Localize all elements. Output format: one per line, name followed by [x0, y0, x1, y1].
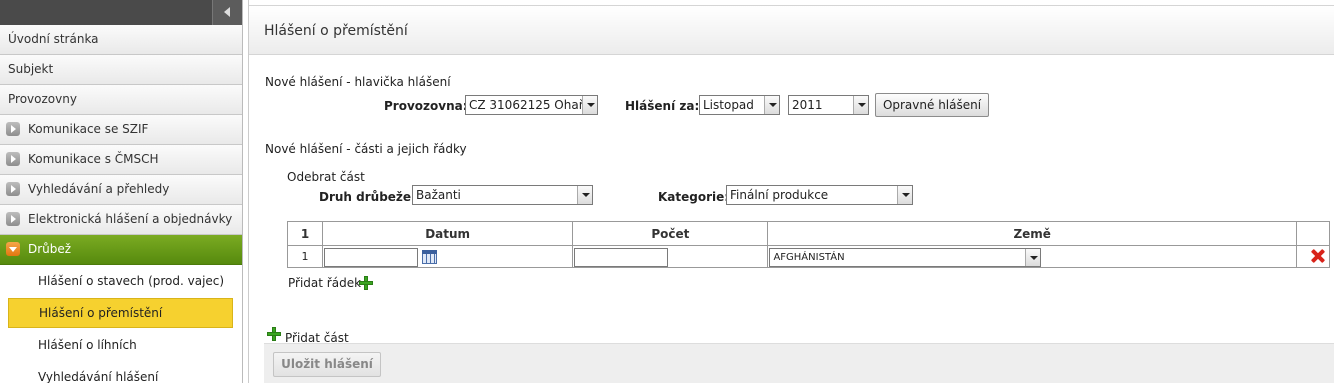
chevron-down-icon: [853, 96, 868, 114]
date-cell: [322, 245, 574, 268]
poultry-type-label: Druh drůbeže:: [319, 190, 416, 204]
table-row: 1 AFGHÁNISTÁN: [286, 245, 1331, 268]
column-header-actions: [1295, 221, 1331, 246]
sidebar-item-szif[interactable]: Komunikace se SZIF: [0, 115, 242, 145]
header-section-label: Nové hlášení - hlavička hlášení: [265, 75, 451, 89]
correction-report-button[interactable]: Opravné hlášení: [875, 93, 989, 117]
expand-arrow-icon: [6, 211, 20, 226]
plus-icon[interactable]: [359, 276, 373, 290]
table-header-row: 1 Datum Počet Země: [286, 221, 1331, 246]
month-select[interactable]: Listopad: [699, 95, 780, 115]
page-header: Hlášení o přemístění: [249, 5, 1334, 55]
expand-arrow-icon: [6, 181, 20, 196]
sidebar-subitem-egg-status[interactable]: Hlášení o stavech (prod. vajec): [0, 265, 242, 297]
poultry-type-select[interactable]: Bažanti: [412, 185, 593, 205]
sidebar-item-home[interactable]: Úvodní stránka: [0, 25, 242, 55]
chevron-left-icon: [224, 7, 230, 17]
country-select[interactable]: AFGHÁNISTÁN: [769, 248, 1042, 267]
expand-arrow-icon: [6, 151, 20, 166]
sidebar-item-premises[interactable]: Provozovny: [0, 85, 242, 115]
chevron-down-icon: [897, 186, 912, 204]
count-input[interactable]: [574, 248, 669, 267]
page-title: Hlášení o přemístění: [264, 23, 408, 39]
sidebar-item-search[interactable]: Vyhledávání a přehledy: [0, 175, 242, 205]
sidebar-item-cmsch[interactable]: Komunikace s ČMSCH: [0, 145, 242, 175]
rows-table: 1 Datum Počet Země 1 AFGHÁNISTÁN: [286, 221, 1331, 268]
footer-bar: Uložit hlášení: [264, 343, 1334, 383]
sidebar: Úvodní stránka Subjekt Provozovny Komuni…: [0, 0, 243, 383]
column-header-date: Datum: [322, 221, 574, 246]
sidebar-subitem-report-search[interactable]: Vyhledávání hlášení: [0, 361, 242, 383]
plus-icon[interactable]: [267, 327, 281, 341]
chevron-down-icon: [764, 96, 779, 114]
chevron-down-icon: [577, 186, 592, 204]
delete-row-icon[interactable]: [1311, 249, 1325, 263]
collapse-sidebar-button[interactable]: [212, 0, 242, 25]
sidebar-top-bar: [0, 0, 242, 25]
remove-part-link[interactable]: Odebrat část: [287, 170, 365, 184]
sidebar-subitem-hatcheries[interactable]: Hlášení o líhních: [0, 329, 242, 361]
sidebar-subitem-relocation[interactable]: Hlášení o přemístění: [8, 298, 233, 328]
actions-cell: [1295, 245, 1331, 268]
column-header-index: 1: [286, 221, 324, 246]
year-select[interactable]: 2011: [788, 95, 869, 115]
category-select[interactable]: Finální produkce: [726, 185, 913, 205]
column-header-count: Počet: [572, 221, 769, 246]
collapse-arrow-icon: [6, 241, 20, 256]
hlaseni-za-label: Hlášení za:: [625, 99, 700, 113]
sidebar-item-reports[interactable]: Elektronická hlášení a objednávky: [0, 205, 242, 235]
calendar-icon[interactable]: [422, 250, 438, 264]
sidebar-item-subject[interactable]: Subjekt: [0, 55, 242, 85]
add-row-link[interactable]: Přidat řádek: [288, 276, 361, 290]
provozovna-label: Provozovna:: [384, 99, 468, 113]
column-header-country: Země: [767, 221, 1297, 246]
expand-arrow-icon: [6, 121, 20, 136]
country-cell: AFGHÁNISTÁN: [767, 245, 1297, 268]
date-input[interactable]: [324, 248, 419, 267]
chevron-down-icon: [1025, 249, 1041, 266]
sidebar-item-poultry[interactable]: Drůbež: [0, 235, 242, 265]
row-index: 1: [286, 245, 324, 268]
provozovna-select[interactable]: CZ 31062125 Ohař: [465, 95, 598, 115]
parts-section-label: Nové hlášení - části a jejich řádky: [265, 142, 467, 156]
category-label: Kategorie:: [658, 190, 730, 204]
count-cell: [572, 245, 769, 268]
save-report-button[interactable]: Uložit hlášení: [273, 352, 381, 377]
chevron-down-icon: [582, 96, 597, 114]
main-content: Hlášení o přemístění Nové hlášení - hlav…: [248, 0, 1334, 383]
